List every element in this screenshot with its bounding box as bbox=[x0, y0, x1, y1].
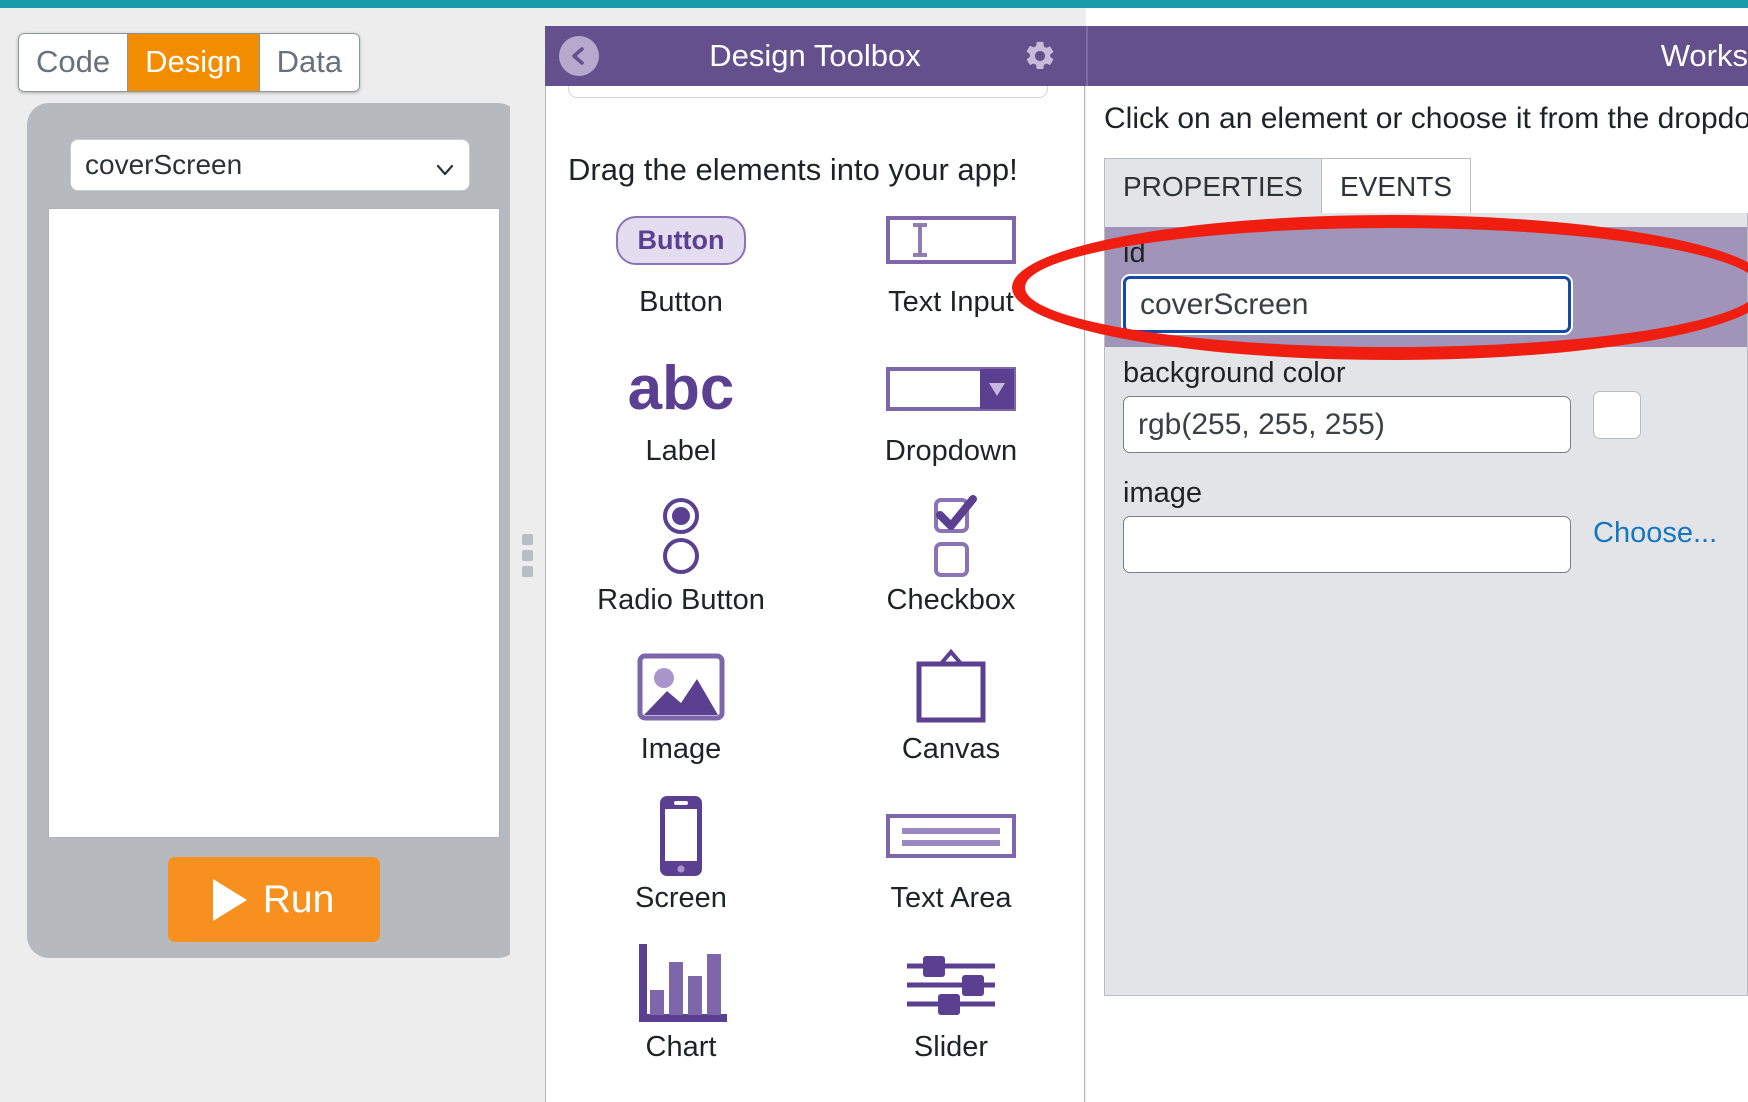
header-divider bbox=[1086, 26, 1088, 86]
toolbox-item-text-area[interactable]: Text Area bbox=[816, 790, 1085, 939]
spacer bbox=[1105, 453, 1747, 467]
toolbox-header-title: Design Toolbox bbox=[615, 38, 1015, 74]
tab-code[interactable]: Code bbox=[18, 33, 127, 92]
run-button-label: Run bbox=[263, 880, 335, 919]
toolbox-item-label: Dropdown bbox=[885, 437, 1017, 466]
label-abc-icon: abc bbox=[628, 343, 735, 435]
property-row-background-color: background color rgb(255, 255, 255) bbox=[1105, 347, 1747, 453]
app-canvas[interactable] bbox=[48, 208, 500, 838]
toolbox-element-grid: Button Button Text Input bbox=[546, 194, 1085, 1102]
image-icon bbox=[637, 641, 725, 733]
top-accent-bar bbox=[0, 0, 1748, 8]
canvas-icon bbox=[911, 641, 991, 733]
tab-data[interactable]: Data bbox=[259, 33, 360, 92]
app-header-bar: Design Toolbox Works bbox=[545, 26, 1748, 86]
toolbox-item-button[interactable]: Button Button bbox=[546, 194, 816, 343]
run-button[interactable]: Run bbox=[168, 857, 380, 942]
workspace-title: Works bbox=[1661, 38, 1748, 74]
toolbox-item-radio-button[interactable]: Radio Button bbox=[546, 492, 816, 641]
toolbox-item-checkbox[interactable]: Checkbox bbox=[816, 492, 1085, 641]
background-color-value: rgb(255, 255, 255) bbox=[1138, 408, 1385, 442]
back-chevron-icon[interactable] bbox=[559, 36, 599, 76]
background-color-input[interactable]: rgb(255, 255, 255) bbox=[1123, 396, 1571, 453]
play-icon bbox=[213, 879, 247, 921]
screen-phone-icon bbox=[657, 790, 705, 882]
toolbox-item-screen[interactable]: Screen bbox=[546, 790, 816, 939]
toolbox-item-dropdown[interactable]: Dropdown bbox=[816, 343, 1085, 492]
property-row-image: image Choose... bbox=[1105, 467, 1747, 573]
button-icon: Button bbox=[616, 194, 747, 286]
toolbox-item-label: Slider bbox=[914, 1033, 988, 1062]
property-label-image: image bbox=[1105, 467, 1747, 516]
dropdown-icon bbox=[886, 343, 1016, 435]
property-label-id: id bbox=[1105, 227, 1747, 276]
chart-bar-icon bbox=[635, 939, 727, 1031]
property-row-id: id coverScreen bbox=[1105, 227, 1747, 347]
phone-preview: coverScreen Run bbox=[27, 103, 520, 958]
toolbox-item-label: Canvas bbox=[902, 735, 1000, 764]
grip-dots-icon bbox=[522, 534, 533, 577]
design-toolbox-panel: Default Drag the elements into your app!… bbox=[545, 26, 1085, 1102]
gear-icon[interactable] bbox=[1023, 39, 1057, 73]
radio-button-icon bbox=[651, 492, 711, 584]
left-panel: Code Design Data coverScreen Run bbox=[0, 8, 545, 1102]
screen-selector-wrap: coverScreen bbox=[70, 139, 470, 191]
text-area-icon bbox=[886, 790, 1016, 882]
toolbox-item-label: Text Input bbox=[888, 288, 1014, 317]
toolbox-item-label: Button bbox=[639, 288, 723, 317]
properties-body: id coverScreen background color rgb(255,… bbox=[1104, 213, 1748, 996]
mode-tab-group: Code Design Data bbox=[18, 33, 360, 92]
toolbox-item-label: Label bbox=[646, 437, 717, 466]
spacer bbox=[1105, 213, 1747, 227]
panel-resize-handle[interactable] bbox=[510, 8, 545, 1102]
camera-icon bbox=[634, 1088, 728, 1102]
toolbox-item-label: Image bbox=[641, 735, 722, 764]
toolbox-item-label-element[interactable]: abc Label bbox=[546, 343, 816, 492]
run-bar: Run bbox=[27, 841, 520, 958]
properties-tab-group: PROPERTIES EVENTS bbox=[1104, 158, 1471, 217]
toolbox-item-text-input[interactable]: Text Input bbox=[816, 194, 1085, 343]
properties-panel: Design Toolbox Works Click on an element… bbox=[1086, 8, 1748, 1102]
tab-properties[interactable]: PROPERTIES bbox=[1104, 158, 1322, 217]
tab-design[interactable]: Design bbox=[127, 33, 259, 92]
id-input-value: coverScreen bbox=[1140, 288, 1308, 322]
toolbox-item-label: Text Area bbox=[891, 884, 1012, 913]
color-swatch-button[interactable] bbox=[1593, 391, 1641, 439]
toolbox-item-label: Chart bbox=[646, 1033, 717, 1062]
screen-dropdown-value: coverScreen bbox=[85, 149, 242, 181]
slider-icon bbox=[905, 939, 997, 1031]
id-input[interactable]: coverScreen bbox=[1123, 276, 1571, 333]
chevron-down-icon bbox=[435, 155, 455, 175]
toolbox-item-label: Radio Button bbox=[597, 586, 765, 615]
drag-hint-text: Drag the elements into your app! bbox=[568, 152, 1018, 188]
toolbox-item-label: Screen bbox=[635, 884, 727, 913]
tab-events[interactable]: EVENTS bbox=[1322, 158, 1471, 217]
toolbox-item-label: Checkbox bbox=[887, 586, 1016, 615]
toolbox-item-chart[interactable]: Chart bbox=[546, 939, 816, 1088]
property-label-background-color: background color bbox=[1105, 347, 1747, 396]
toolbox-item-slider[interactable]: Slider bbox=[816, 939, 1085, 1088]
toolbox-item-camera[interactable] bbox=[546, 1088, 816, 1102]
image-input[interactable] bbox=[1123, 516, 1571, 573]
choose-image-link[interactable]: Choose... bbox=[1593, 517, 1717, 550]
properties-hint-text: Click on an element or choose it from th… bbox=[1104, 102, 1748, 136]
checkbox-icon bbox=[921, 492, 981, 584]
toolbox-item-canvas[interactable]: Canvas bbox=[816, 641, 1085, 790]
text-input-icon bbox=[886, 194, 1016, 286]
screen-dropdown[interactable]: coverScreen bbox=[70, 139, 470, 191]
toolbox-item-image[interactable]: Image bbox=[546, 641, 816, 790]
